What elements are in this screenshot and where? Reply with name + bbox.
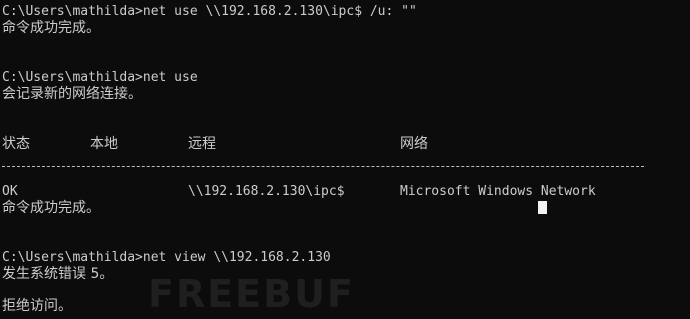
access-denied-message: 拒绝访问。 bbox=[2, 298, 72, 314]
command-success-message: 命令成功完成。 bbox=[2, 20, 100, 36]
table-cell-remote: \\192.168.2.130\ipc$ bbox=[188, 184, 345, 199]
terminal-window[interactable]: C:\Users\mathilda>net use \\192.168.2.13… bbox=[0, 0, 690, 319]
text-cursor bbox=[538, 201, 547, 214]
command-net-view: C:\Users\mathilda>net view \\192.168.2.1… bbox=[2, 250, 331, 265]
column-header-remote: 远程 bbox=[188, 136, 216, 152]
freebuf-watermark: FREEBUF bbox=[148, 272, 355, 316]
command-net-use-ipc: C:\Users\mathilda>net use \\192.168.2.13… bbox=[2, 4, 417, 19]
command-success-message-2: 命令成功完成。 bbox=[2, 200, 100, 216]
column-header-status: 状态 bbox=[2, 136, 30, 152]
table-cell-status: OK bbox=[2, 184, 18, 199]
column-header-network: 网络 bbox=[400, 136, 428, 152]
system-error-message: 发生系统错误 5。 bbox=[2, 266, 114, 282]
table-separator bbox=[2, 166, 644, 167]
command-net-use: C:\Users\mathilda>net use bbox=[2, 70, 198, 85]
new-connections-message: 会记录新的网络连接。 bbox=[2, 86, 142, 102]
column-header-local: 本地 bbox=[90, 136, 118, 152]
table-cell-network: Microsoft Windows Network bbox=[400, 184, 596, 199]
